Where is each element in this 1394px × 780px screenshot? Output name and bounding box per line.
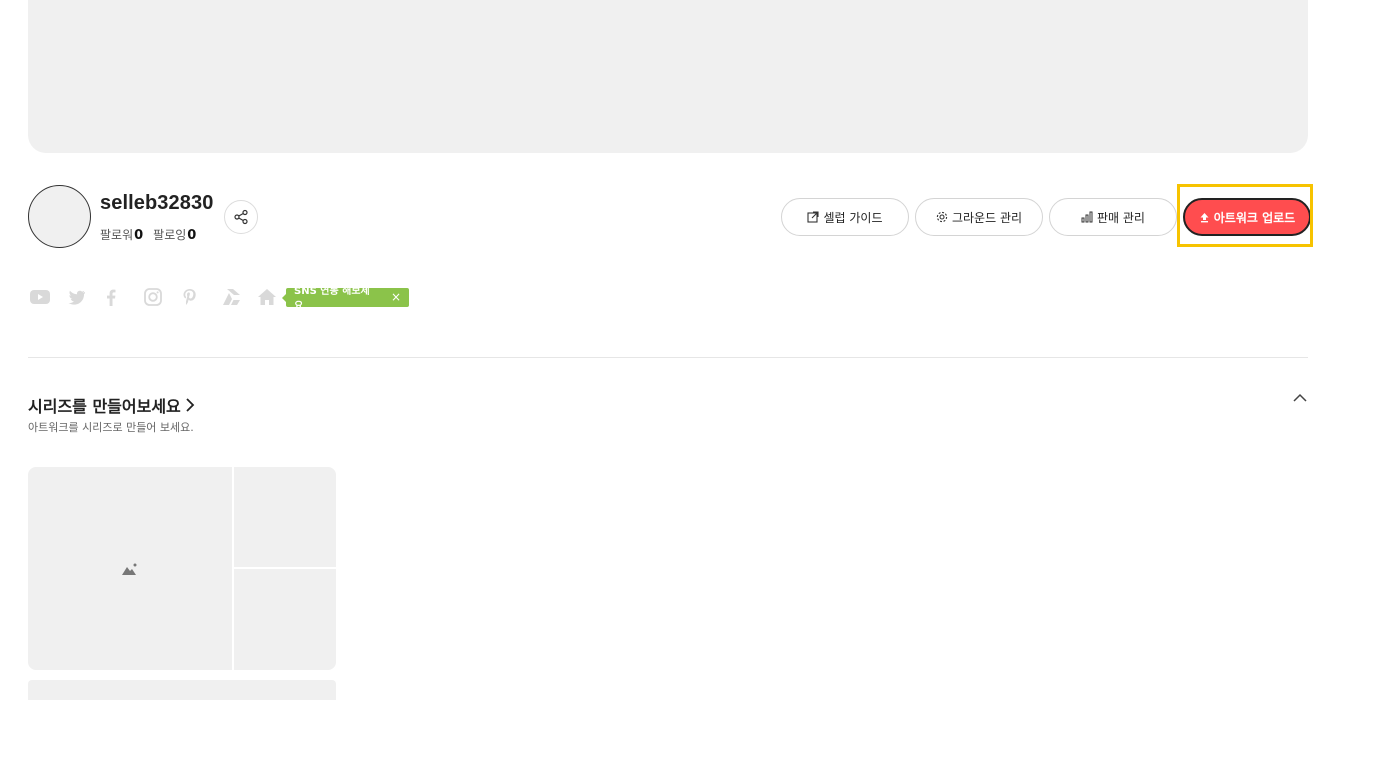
chevron-right-icon [186,398,195,412]
series-subtitle: 아트워크를 시리즈로 만들어 보세요. [28,421,194,434]
series-card[interactable] [28,467,336,670]
facebook-icon[interactable] [106,287,144,307]
celeb-guide-label: 셀럽 가이드 [823,210,883,225]
bar-chart-icon [1081,211,1093,223]
sales-manage-label: 판매 관리 [1097,210,1145,225]
series-title: 시리즈를 만들어보세요 [28,397,181,416]
share-button[interactable] [224,200,258,234]
following-count: 0 [187,228,197,243]
following-label: 팔로잉 [153,228,187,242]
series-card-title-placeholder [28,680,336,700]
series-cover-thumb [234,569,336,670]
artstation-icon[interactable] [220,287,258,307]
sns-tooltip: SNS 연동 해보세요. × [282,286,409,312]
collapse-button[interactable] [1292,390,1308,406]
pinterest-icon[interactable] [182,287,220,307]
celeb-guide-button[interactable]: 셀럽 가이드 [781,198,909,236]
youtube-icon[interactable] [30,287,68,307]
follow-stats: 팔로워0 팔로잉0 [100,226,196,243]
section-divider [28,357,1308,358]
external-link-icon [807,211,820,223]
sns-links: SNS 연동 해보세요. × [30,286,409,312]
sales-manage-button[interactable]: 판매 관리 [1049,198,1177,236]
avatar[interactable] [28,185,91,248]
highlight-box [1177,184,1313,247]
share-icon [234,209,248,225]
profile-username: selleb32830 [100,192,214,214]
followers-count: 0 [134,228,144,243]
chevron-up-icon [1293,393,1307,402]
followers-stat[interactable]: 팔로워0 [100,226,143,243]
ground-manage-label: 그라운드 관리 [951,210,1023,225]
series-cover-thumb [234,467,336,567]
image-placeholder-icon [122,563,137,575]
series-cover-main [28,467,232,670]
twitter-icon[interactable] [68,287,106,307]
profile-banner [28,0,1308,153]
sns-tooltip-text: SNS 연동 해보세요. [294,286,370,312]
following-stat[interactable]: 팔로잉0 [153,226,196,243]
close-icon[interactable]: × [391,290,401,304]
gear-icon [936,211,948,223]
ground-manage-button[interactable]: 그라운드 관리 [915,198,1043,236]
instagram-icon[interactable] [144,287,182,307]
series-create-link[interactable]: 시리즈를 만들어보세요 [28,393,195,417]
followers-label: 팔로워 [100,228,134,242]
